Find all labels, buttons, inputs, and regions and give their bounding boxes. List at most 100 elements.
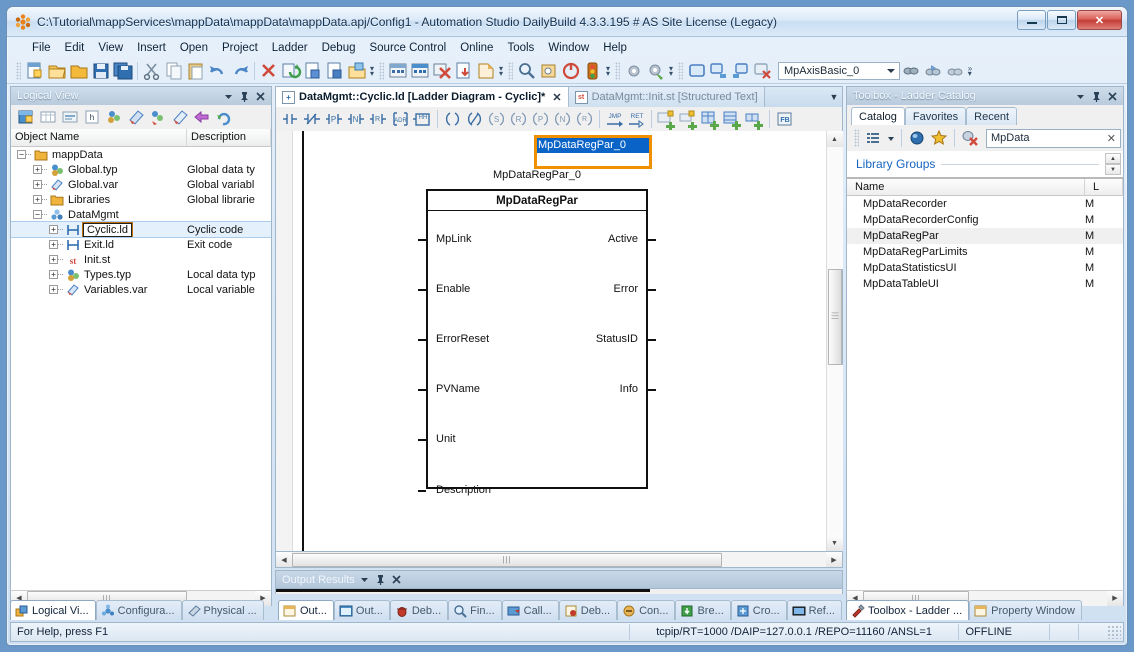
tab-cyclic-ld[interactable]: + DataMgmt::Cyclic.ld [Ladder Diagram - …: [276, 87, 569, 107]
dock-tab-breakpoints[interactable]: Bre...: [675, 600, 731, 620]
open-folder-icon[interactable]: [68, 60, 90, 82]
scroll-track-lower[interactable]: [826, 364, 843, 535]
coil-rn-icon[interactable]: R: [574, 109, 595, 130]
toolbar-grip-5[interactable]: [678, 61, 683, 80]
expander-icon[interactable]: +: [49, 255, 58, 264]
dock-tab-cross-reference[interactable]: Cro...: [730, 600, 787, 620]
fb-input-errorreset[interactable]: ErrorReset: [436, 333, 489, 345]
toolbar-overflow-button[interactable]: ▾ ▾: [368, 62, 376, 80]
refresh-icon[interactable]: [214, 107, 234, 127]
clear-filter-icon[interactable]: [960, 128, 980, 148]
list-item[interactable]: MpDataStatisticsUI M: [847, 260, 1123, 276]
close-icon[interactable]: [254, 90, 267, 103]
dock-tab-output-results[interactable]: Out...: [278, 600, 334, 620]
contact-adr-icon[interactable]: ADR: [390, 109, 411, 130]
expander-icon[interactable]: +: [49, 240, 58, 249]
ladder-canvas[interactable]: MpDataRegPar_0 MpDataRegPar_0 MpDataRegP…: [276, 131, 826, 551]
toolbar-overflow-button-4[interactable]: ▾ ▾: [667, 62, 675, 80]
simulation-stop-icon[interactable]: [409, 60, 431, 82]
dock-tab-debugger[interactable]: Deb...: [389, 600, 449, 620]
expander-icon[interactable]: +: [49, 225, 58, 234]
add-row-icon[interactable]: [656, 109, 677, 130]
contact-n-icon[interactable]: N: [346, 109, 367, 130]
dock-tab-physical-view[interactable]: Physical ...: [181, 600, 264, 620]
toolbar-grip[interactable]: [16, 61, 21, 80]
tree-item-mappdata[interactable]: − mappData: [11, 147, 271, 162]
tab-favorites[interactable]: Favorites: [904, 107, 967, 125]
toolbar-grip-4[interactable]: [615, 61, 620, 80]
tab-overflow-button[interactable]: ▼: [826, 87, 842, 107]
undo-icon[interactable]: [207, 60, 229, 82]
tree-item-types-typ[interactable]: + Types.typ Local data typ: [11, 267, 271, 282]
scroll-thumb[interactable]: |||: [292, 552, 722, 567]
toolbar-overflow-button-5[interactable]: » ▾: [966, 62, 974, 80]
toolbar-overflow-button-2[interactable]: ▾ ▾: [497, 62, 505, 80]
library-groups-spinner[interactable]: ▲ ▼: [1105, 153, 1121, 175]
monitor-blue-icon[interactable]: [922, 60, 944, 82]
add-network-icon[interactable]: [700, 109, 721, 130]
list-item[interactable]: MpDataTableUI M: [847, 276, 1123, 292]
variable-add-icon[interactable]: [170, 107, 190, 127]
build-config-icon[interactable]: [324, 60, 346, 82]
fb-output-active[interactable]: Active: [608, 233, 638, 245]
redo-icon[interactable]: [229, 60, 251, 82]
chevron-up-icon[interactable]: ▲: [1105, 153, 1121, 164]
tree-item-datamgmt[interactable]: − DataMgmt: [11, 207, 271, 222]
configuration-combo[interactable]: MpAxisBasic_0: [778, 61, 900, 80]
ladder-vscrollbar[interactable]: ▲ ||| ▼: [826, 131, 843, 551]
function-block[interactable]: MpDataRegPar MpLink Active Enable Error …: [418, 189, 656, 496]
fb-output-statusid[interactable]: StatusID: [596, 333, 638, 345]
minimize-button[interactable]: [1017, 10, 1046, 30]
new-file-icon[interactable]: [24, 60, 46, 82]
menu-item-project[interactable]: Project: [215, 40, 265, 56]
dock-tab-property-window[interactable]: Property Window: [969, 600, 1082, 620]
close-icon[interactable]: [390, 573, 403, 586]
tree-item-variables-var[interactable]: + Variables.var Local variable: [11, 282, 271, 297]
open-project-icon[interactable]: [46, 60, 68, 82]
cut-icon[interactable]: [141, 60, 163, 82]
scroll-track-upper[interactable]: [826, 147, 843, 269]
menu-item-view[interactable]: View: [91, 40, 130, 56]
simulation-icon[interactable]: [387, 60, 409, 82]
menu-item-edit[interactable]: Edit: [58, 40, 92, 56]
toolbox-list[interactable]: MpDataRecorder M MpDataRecorderConfig M …: [846, 196, 1124, 590]
expander-icon[interactable]: +: [49, 270, 58, 279]
chevron-down-icon[interactable]: [886, 128, 896, 148]
tree-item-global-var[interactable]: + Global.var Global variabl: [11, 177, 271, 192]
remove-row-icon[interactable]: [678, 109, 699, 130]
close-icon[interactable]: ✕: [1107, 132, 1116, 145]
download-icon[interactable]: [453, 60, 475, 82]
tree-item-init-st[interactable]: + st Init.st: [11, 252, 271, 267]
fb-output-error[interactable]: Error: [614, 283, 638, 295]
expander-icon[interactable]: −: [33, 210, 42, 219]
favorite-star-icon[interactable]: [929, 128, 949, 148]
contact-rn-icon[interactable]: R: [368, 109, 389, 130]
copy-icon[interactable]: [163, 60, 185, 82]
transfer-icon[interactable]: [346, 60, 368, 82]
dock-tab-output[interactable]: Out...: [333, 600, 390, 620]
coil-not-icon[interactable]: [464, 109, 485, 130]
menu-item-insert[interactable]: Insert: [130, 40, 173, 56]
fb-input-pvname[interactable]: PVName: [436, 383, 480, 395]
list-item[interactable]: MpDataRegPar M: [847, 228, 1123, 244]
pin-icon[interactable]: [1090, 90, 1103, 103]
chevron-down-icon[interactable]: [222, 90, 235, 103]
offline-install-icon[interactable]: [475, 60, 497, 82]
coil-p-icon[interactable]: P: [530, 109, 551, 130]
contact-nc-icon[interactable]: [302, 109, 323, 130]
dock-tab-debug[interactable]: Deb...: [558, 600, 618, 620]
settings-gear-green-icon[interactable]: [645, 60, 667, 82]
tree-item-exit-ld[interactable]: + Exit.ld Exit code: [11, 237, 271, 252]
tab-recent[interactable]: Recent: [966, 107, 1018, 125]
scroll-thumb[interactable]: |||: [827, 268, 842, 365]
scroll-down-arrow-icon[interactable]: ▼: [826, 535, 843, 551]
menu-item-file[interactable]: File: [25, 40, 58, 56]
tab-catalog[interactable]: Catalog: [851, 107, 905, 125]
window-icon[interactable]: [686, 60, 708, 82]
watch-icon[interactable]: [538, 60, 560, 82]
menu-item-open[interactable]: Open: [173, 40, 215, 56]
menu-item-ladder[interactable]: Ladder: [265, 40, 315, 56]
toolbox-toolbar-grip[interactable]: [854, 129, 859, 147]
menu-item-debug[interactable]: Debug: [315, 40, 363, 56]
save-icon[interactable]: [90, 60, 112, 82]
